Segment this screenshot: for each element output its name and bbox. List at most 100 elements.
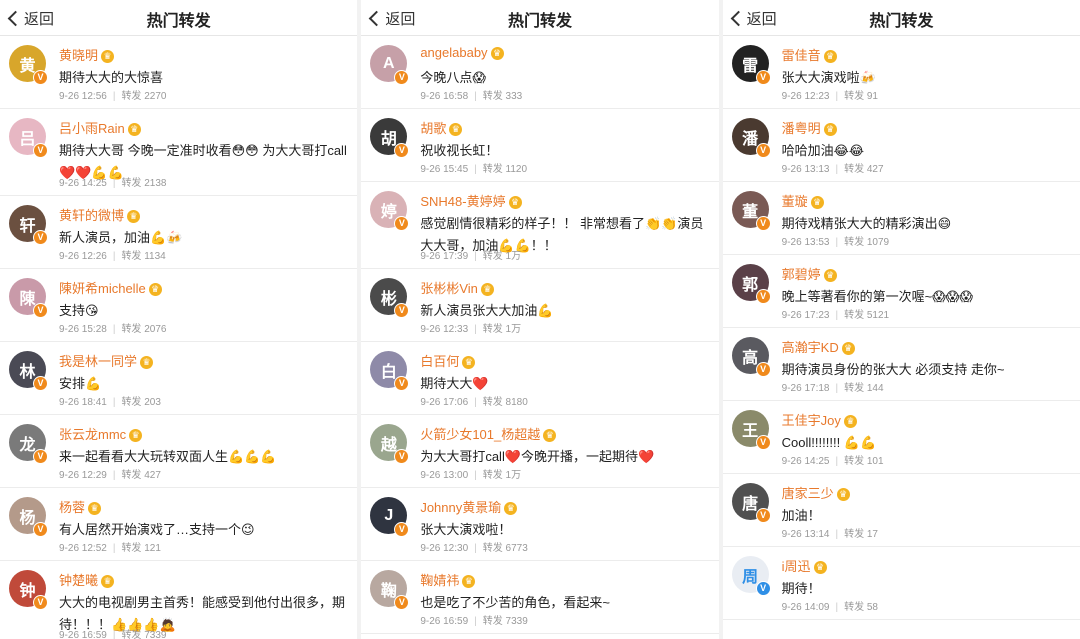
repost-count[interactable]: 转发 8180 [483, 397, 528, 408]
list-item[interactable]: A Vangelababy ♛ 今晚八点😱 9-26 16:58 | 转发 333 [361, 36, 719, 109]
repost-count[interactable]: 转发 91 [844, 91, 878, 102]
user-name-row[interactable]: 黄轩的微博 ♛ [59, 205, 141, 224]
user-name[interactable]: 郭碧婷 [782, 267, 821, 282]
user-name[interactable]: i周迅 [782, 559, 811, 574]
list-item[interactable]: 胡 V 胡歌 ♛ 祝收视长虹！ 9-26 15:45 | 转发 1120 [361, 109, 719, 182]
user-name[interactable]: 唐家三少 [782, 486, 834, 501]
repost-count[interactable]: 转发 6773 [483, 543, 528, 554]
user-name[interactable]: 王佳宇Joy [782, 413, 841, 428]
user-name[interactable]: 潘粤明 [782, 121, 821, 136]
repost-count[interactable]: 转发 121 [121, 543, 160, 554]
repost-count[interactable]: 转发 1万 [483, 470, 521, 481]
user-name-row[interactable]: i周迅 ♛ [782, 556, 827, 575]
list-item[interactable]: 鞠 V 鞠婧祎 ♛ 也是吃了不少苦的角色，看起来~ 9-26 16:59 | 转发 7339 [361, 561, 719, 634]
list-item[interactable]: 陳 V 陳妍希michelle ♛ 支持😘 9-26 15:28 | 转发 2076 [0, 269, 358, 342]
list-item[interactable]: 越 V 火箭少女101_杨超越 ♛ 为大大哥打call❤️今晚开播，一起期待❤️ 9-26… [361, 415, 719, 488]
user-name[interactable]: SNH48-黄婷婷 [420, 194, 505, 209]
user-name-row[interactable]: 杨蓉 ♛ [59, 497, 102, 516]
list-item[interactable]: 钟 V 钟楚曦 ♛ 大大的电视剧男主首秀！能感受到他付出很多，期待！！！👍👍👍🙇 9-26… [0, 561, 357, 639]
repost-count[interactable]: 转发 17 [844, 529, 878, 540]
repost-count[interactable]: 转发 1万 [483, 251, 521, 262]
user-name-row[interactable]: 我是林一同学 ♛ [59, 351, 154, 370]
list-item[interactable]: 白 V 白百何 ♛ 期待大大❤️ 9-26 17:06 | 转发 8180 [361, 342, 719, 415]
user-name-row[interactable]: 吕小雨Rain ♛ [59, 118, 141, 137]
repost-count[interactable]: 转发 427 [844, 164, 883, 175]
user-name-row[interactable]: 郭碧婷 ♛ [782, 264, 837, 283]
avatar-initial: J [384, 506, 394, 524]
user-name-row[interactable]: 潘粤明 ♛ [782, 118, 837, 137]
meta-divider: | [112, 251, 116, 262]
meta-divider: | [112, 397, 116, 408]
repost-count[interactable]: 转发 2076 [121, 324, 166, 335]
repost-count[interactable]: 转发 101 [844, 456, 883, 467]
user-name[interactable]: 鞠婧祎 [420, 573, 459, 588]
list-item[interactable]: 雷 V 雷佳音 ♛ 张大大演戏啦🍻 9-26 12:23 | 转发 91 [722, 36, 1080, 109]
repost-count[interactable]: 转发 7339 [483, 616, 528, 627]
user-name[interactable]: 胡歌 [420, 121, 446, 136]
user-name[interactable]: angelababy [420, 45, 487, 60]
list-item[interactable]: 龙 V 张云龙mmc ♛ 来一起看看大大玩转双面人生💪💪💪 9-26 12:29 | 转发 4… [0, 415, 358, 488]
user-name-row[interactable]: 胡歌 ♛ [420, 118, 463, 137]
repost-count[interactable]: 转发 1079 [844, 237, 889, 248]
user-name-row[interactable]: 唐家三少 ♛ [782, 483, 850, 502]
user-name[interactable]: 陳妍希michelle [59, 281, 146, 296]
repost-count[interactable]: 转发 427 [121, 470, 160, 481]
list-item[interactable]: 林 V 我是林一同学 ♛ 安排💪 9-26 18:41 | 转发 203 [0, 342, 358, 415]
user-name[interactable]: 杨蓉 [59, 500, 85, 515]
list-item[interactable]: 董 V 董璇 ♛ 期待戏精张大大的精彩演出😄 9-26 13:53 | 转发 1079 [722, 182, 1080, 255]
repost-count[interactable]: 转发 203 [121, 397, 160, 408]
user-name-row[interactable]: 陳妍希michelle ♛ [59, 278, 162, 297]
user-name-row[interactable]: 鞠婧祎 ♛ [420, 570, 476, 589]
user-name[interactable]: 董璇 [782, 194, 808, 209]
user-name-row[interactable]: 王佳宇Joy ♛ [782, 410, 857, 429]
user-name-row[interactable]: 董璇 ♛ [782, 191, 824, 210]
user-name[interactable]: 吕小雨Rain [59, 121, 125, 136]
user-name[interactable]: 钟楚曦 [59, 573, 98, 588]
user-name[interactable]: 张彬彬Vin [420, 281, 478, 296]
list-item[interactable]: 潘 V 潘粤明 ♛ 哈哈加油😂😂 9-26 13:13 | 转发 427 [722, 109, 1080, 182]
user-name[interactable]: 黄轩的微博 [59, 208, 124, 223]
user-name-row[interactable]: 火箭少女101_杨超越 ♛ [420, 424, 557, 443]
user-name-row[interactable]: 雷佳音 ♛ [782, 45, 837, 64]
user-name-row[interactable]: angelababy ♛ [420, 45, 504, 60]
repost-count[interactable]: 转发 2138 [121, 178, 166, 189]
list-item[interactable]: 郭 V 郭碧婷 ♛ 晚上等著看你的第一次喔~😱😱😱 9-26 17:23 | 转发 5121 [722, 255, 1080, 328]
user-name[interactable]: 雷佳音 [782, 48, 821, 63]
repost-count[interactable]: 转发 144 [844, 383, 883, 394]
timestamp: 9-26 12:23 [781, 91, 830, 102]
user-name-row[interactable]: SNH48-黄婷婷 ♛ [420, 191, 522, 210]
user-name[interactable]: Johnny黄景瑜 [420, 500, 501, 515]
user-name-row[interactable]: 高瀚宇KD ♛ [782, 337, 855, 356]
user-name[interactable]: 高瀚宇KD [782, 340, 839, 355]
repost-count[interactable]: 转发 1120 [483, 164, 527, 175]
list-item[interactable]: 婷 V SNH48-黄婷婷 ♛ 感觉剧情很精彩的样子！！ 非常想看了👏👏演员大大哥，加油… [361, 182, 719, 269]
user-name[interactable]: 黄晓明 [59, 48, 98, 63]
user-name-row[interactable]: 钟楚曦 ♛ [59, 570, 115, 589]
repost-count[interactable]: 转发 5121 [844, 310, 889, 321]
user-name[interactable]: 白百何 [420, 354, 459, 369]
repost-count[interactable]: 转发 2270 [121, 91, 166, 102]
list-item[interactable]: 吕 V 吕小雨Rain ♛ 期待大大哥 今晚一定准时收看😳😳 为大大哥打call❤️❤️… [0, 109, 358, 196]
repost-count[interactable]: 转发 1134 [121, 251, 165, 262]
user-name[interactable]: 火箭少女101_杨超越 [420, 427, 540, 442]
user-name-row[interactable]: Johnny黄景瑜 ♛ [420, 497, 518, 516]
repost-count[interactable]: 转发 333 [483, 91, 522, 102]
user-name-row[interactable]: 黄晓明 ♛ [59, 45, 115, 64]
repost-count[interactable]: 转发 1万 [483, 324, 521, 335]
list-item[interactable]: J V Johnny黄景瑜 ♛ 张大大演戏啦！ 9-26 12:30 | 转发 6773 [361, 488, 719, 561]
user-name[interactable]: 张云龙mmc [59, 427, 126, 442]
repost-count[interactable]: 转发 58 [844, 602, 878, 613]
user-name-row[interactable]: 张云龙mmc ♛ [59, 424, 143, 443]
list-item[interactable]: 黄 V 黄晓明 ♛ 期待大大的大惊喜 9-26 12:56 | 转发 2270 [0, 36, 358, 109]
list-item[interactable]: 轩 V 黄轩的微博 ♛ 新人演员，加油💪🍻 9-26 12:26 | 转发 1134 [0, 196, 358, 269]
user-name[interactable]: 我是林一同学 [59, 354, 137, 369]
list-item[interactable]: 周 Vi周迅 ♛ 期待！ 9-26 14:09 | 转发 58 [722, 547, 1080, 620]
list-item[interactable]: 唐 V 唐家三少 ♛ 加油！ 9-26 13:14 | 转发 17 [722, 474, 1080, 547]
user-name-row[interactable]: 张彬彬Vin ♛ [420, 278, 494, 297]
list-item[interactable]: 彬 V 张彬彬Vin ♛ 新人演员张大大加油💪 9-26 12:33 | 转发 1万 [361, 269, 719, 342]
repost-count[interactable]: 转发 7339 [121, 630, 166, 639]
list-item[interactable]: 杨 V 杨蓉 ♛ 有人居然开始演戏了…支持一个😉 9-26 12:52 | 转发 121 [0, 488, 358, 561]
list-item[interactable]: 王 V 王佳宇Joy ♛ Cooll!!!!!!!! 💪💪 9-26 14:25 | 转发 1… [722, 401, 1080, 474]
list-item[interactable]: 高 V 高瀚宇KD ♛ 期待演员身份的张大大 必须支持 走你~ 9-26 17:18 | 转发… [722, 328, 1080, 401]
user-name-row[interactable]: 白百何 ♛ [420, 351, 476, 370]
